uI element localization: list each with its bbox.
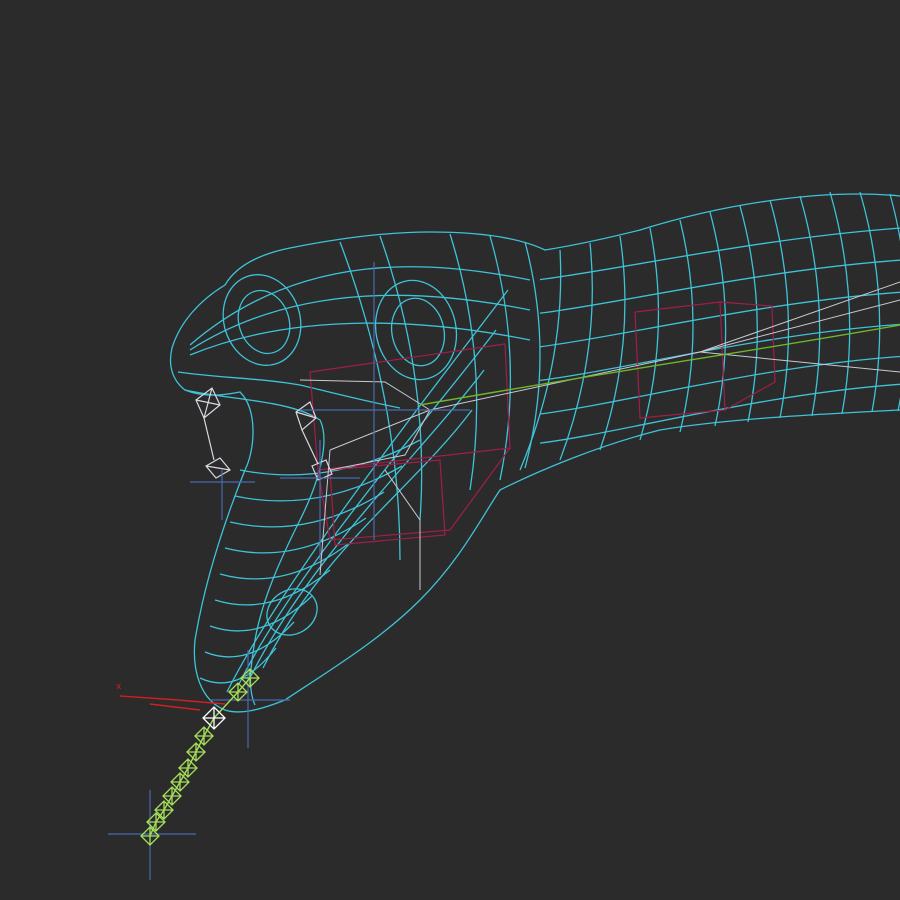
tongue-rig[interactable] [140, 668, 260, 846]
mesh-loop [489, 235, 512, 481]
tongue-link [213, 691, 239, 719]
mesh-rail [539, 383, 900, 444]
mesh-eye-left-inner [237, 289, 291, 355]
mesh-edge-rails [189, 227, 900, 693]
ik-chain-lines [299, 281, 900, 590]
mesh-rail [262, 409, 473, 669]
mesh-loop [799, 195, 821, 417]
wireframe-scene[interactable] [0, 0, 900, 900]
mesh-loop [639, 227, 660, 441]
bone-box-head[interactable] [309, 343, 511, 541]
mesh-loop [219, 543, 349, 580]
mesh-loop [739, 205, 758, 423]
mesh-eye-right [374, 279, 458, 381]
snake-mesh[interactable] [169, 191, 900, 713]
helper-crosshairs[interactable] [108, 262, 470, 880]
joint-icon[interactable] [205, 457, 231, 479]
fang-link [203, 417, 215, 461]
x-axis-label: x [116, 682, 122, 692]
3d-viewport[interactable]: x [0, 0, 900, 900]
ik-line-3 [699, 351, 900, 373]
mesh-rail [238, 329, 497, 685]
joint-icon[interactable] [186, 742, 206, 762]
mesh-loop [859, 191, 881, 413]
mesh-loop [679, 219, 694, 433]
mesh-loop [709, 211, 727, 427]
mesh-rail [539, 323, 900, 382]
ik-line-5 [329, 409, 431, 471]
mesh-loop [379, 235, 423, 521]
ik-line-4 [299, 379, 431, 411]
mesh-eye-right-inner [390, 297, 446, 367]
mesh-loop [769, 199, 790, 419]
ik-line-2 [699, 299, 900, 353]
joint-icon[interactable] [194, 726, 214, 746]
mesh-loop [524, 241, 541, 469]
mesh-loop [449, 233, 478, 491]
